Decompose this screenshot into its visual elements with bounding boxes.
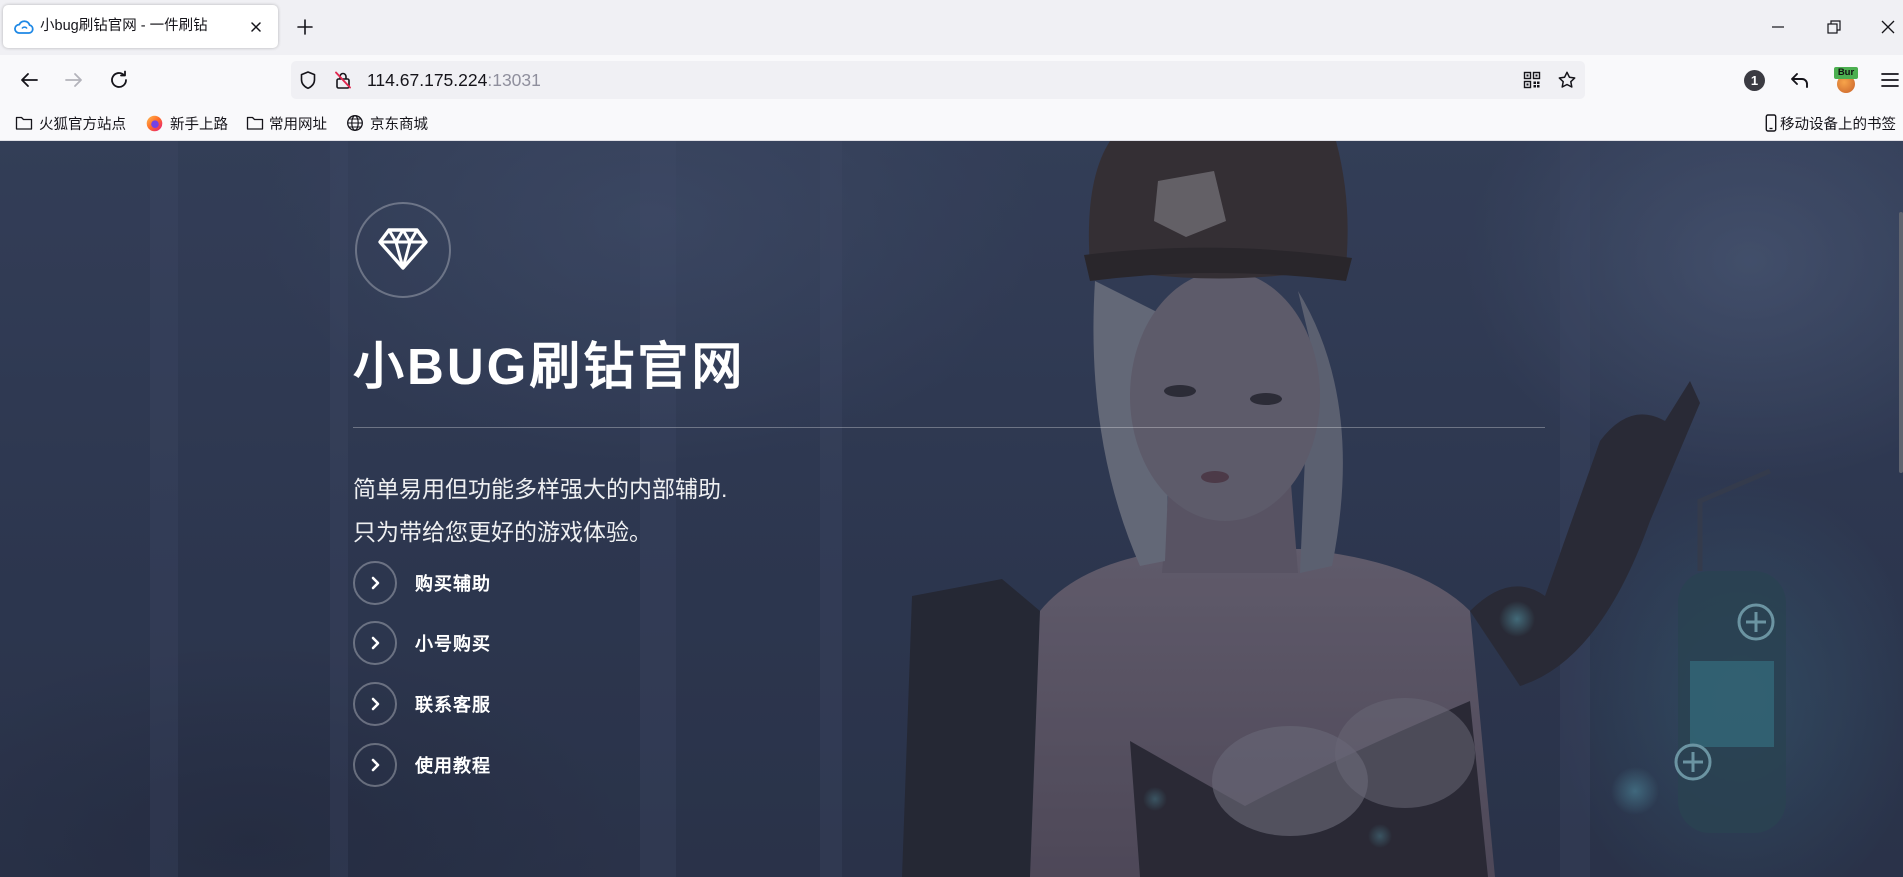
close-window-button[interactable]: [1878, 17, 1898, 37]
navigation-toolbar: 114.67.175.224:13031 1 Bur: [0, 55, 1903, 106]
description-line-2: 只为带给您更好的游戏体验。: [353, 519, 652, 545]
bookmark-getting-started[interactable]: 新手上路: [146, 106, 228, 140]
undo-arrow-icon[interactable]: [1788, 68, 1812, 92]
mobile-bookmarks[interactable]: 移动设备上的书签: [1765, 106, 1896, 140]
insecure-lock-icon[interactable]: [333, 70, 353, 90]
tab-bar: 小bug刷钻官网 - 一件刷钻: [0, 0, 1903, 55]
mobile-device-icon: [1765, 114, 1777, 132]
menu-label[interactable]: 小号购买: [415, 630, 491, 656]
firefox-icon: [146, 115, 163, 132]
bookmark-label: 火狐官方站点: [39, 116, 126, 133]
cloud-icon: [13, 17, 35, 37]
browser-window: 小bug刷钻官网 - 一件刷钻 114.67.175.224:13031 1 B…: [0, 0, 1903, 877]
chevron-right-icon[interactable]: [353, 743, 397, 787]
tab-title: 小bug刷钻官网 - 一件刷钻: [40, 18, 208, 34]
bookmark-folder-firefox-sites[interactable]: 火狐官方站点: [15, 106, 126, 140]
bookmark-label: 新手上路: [170, 116, 228, 133]
menu-tutorial[interactable]: 使用教程: [353, 743, 491, 787]
chevron-right-icon[interactable]: [353, 682, 397, 726]
bookmark-jd-mall[interactable]: 京东商城: [346, 106, 428, 140]
menu-label[interactable]: 购买辅助: [415, 570, 491, 596]
menu-label[interactable]: 联系客服: [415, 691, 491, 717]
new-tab-button[interactable]: [295, 17, 315, 37]
close-tab-icon[interactable]: [248, 19, 264, 35]
bookmark-folder-common-sites[interactable]: 常用网址: [246, 106, 327, 140]
page-scrollbar-thumb[interactable]: [1899, 212, 1903, 473]
address-bar[interactable]: 114.67.175.224:13031: [291, 61, 1585, 99]
hero-dim-overlay: [0, 141, 1903, 877]
bookmark-label: 常用网址: [269, 116, 327, 133]
url-host: 114.67.175.224: [367, 70, 488, 90]
title-divider: [353, 427, 1545, 428]
hero-section: 小BUG刷钻官网 简单易用但功能多样强大的内部辅助. 只为带给您更好的游戏体验。…: [0, 141, 1903, 877]
url-port: :13031: [487, 70, 541, 90]
chevron-right-icon[interactable]: [353, 561, 397, 605]
qr-code-icon[interactable]: [1522, 70, 1542, 90]
back-arrow-icon[interactable]: [17, 68, 41, 92]
menu-label[interactable]: 使用教程: [415, 752, 491, 778]
logo-circle: [355, 202, 451, 298]
burp-extension-icon[interactable]: Bur: [1834, 67, 1858, 93]
menu-contact-support[interactable]: 联系客服: [353, 682, 491, 726]
url-text[interactable]: 114.67.175.224:13031: [367, 61, 541, 99]
extension-badge-icon[interactable]: 1: [1744, 70, 1765, 91]
hamburger-menu-icon[interactable]: [1879, 68, 1903, 92]
page-title: 小BUG刷钻官网: [353, 338, 746, 395]
menu-buy-cheat[interactable]: 购买辅助: [353, 561, 491, 605]
burp-label: Bur: [1834, 67, 1858, 79]
reload-icon[interactable]: [107, 68, 131, 92]
bookmark-label: 京东商城: [370, 116, 428, 133]
folder-icon: [246, 115, 264, 131]
globe-icon: [346, 114, 364, 132]
menu-buy-account[interactable]: 小号购买: [353, 621, 491, 665]
bookmark-star-icon[interactable]: [1557, 70, 1577, 90]
folder-icon: [15, 115, 33, 131]
restore-window-button[interactable]: [1824, 17, 1844, 37]
forward-arrow-icon[interactable]: [62, 68, 86, 92]
tab-active[interactable]: 小bug刷钻官网 - 一件刷钻: [3, 5, 278, 48]
diamond-icon: [378, 226, 428, 275]
chevron-right-icon[interactable]: [353, 621, 397, 665]
mobile-bookmarks-label: 移动设备上的书签: [1780, 116, 1896, 133]
minimize-window-button[interactable]: [1768, 17, 1788, 37]
shield-icon[interactable]: [298, 70, 318, 90]
bookmarks-toolbar: 火狐官方站点 新手上路 常用网址 京东商城 移动设备上的书签: [0, 106, 1903, 141]
description-line-1: 简单易用但功能多样强大的内部辅助.: [353, 476, 728, 502]
